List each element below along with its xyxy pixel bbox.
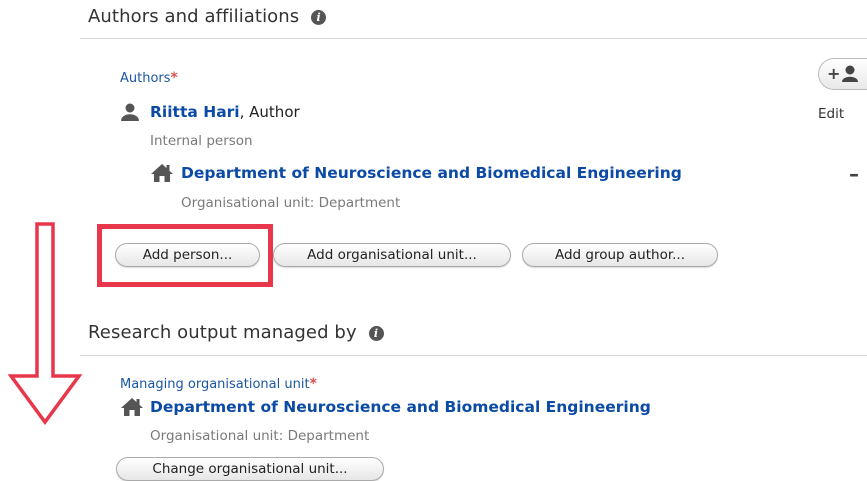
managing-unit-type: Organisational unit: Department (150, 428, 370, 444)
info-icon[interactable]: i (368, 325, 384, 341)
add-group-author-button[interactable]: Add group author... (522, 243, 718, 267)
home-icon (121, 398, 143, 416)
authors-label: Authors* (120, 67, 178, 86)
change-organisational-unit-button[interactable]: Change organisational unit... (116, 457, 384, 481)
add-author-button[interactable]: + (818, 58, 867, 90)
affiliation-type: Organisational unit: Department (181, 195, 401, 211)
managed-section-title-text: Research output managed by (88, 322, 357, 343)
managing-unit-link[interactable]: Department of Neuroscience and Biomedica… (150, 398, 651, 416)
remove-affiliation-button[interactable]: – (849, 162, 859, 186)
managed-section-title: Research output managed by i (88, 322, 384, 343)
managing-unit-label: Managing organisational unit* (120, 373, 317, 392)
affiliation-link[interactable]: Department of Neuroscience and Biomedica… (181, 164, 682, 182)
add-organisational-unit-button[interactable]: Add organisational unit... (273, 243, 511, 267)
authors-section-title-text: Authors and affiliations (88, 6, 300, 27)
highlight-box (97, 224, 273, 287)
add-person-icon: + (827, 64, 858, 83)
section-divider (80, 355, 867, 356)
required-marker: * (170, 70, 178, 86)
authors-section-title: Authors and affiliations i (88, 6, 327, 27)
author-entry: Riitta Hari, Author (150, 102, 300, 121)
author-name-link[interactable]: Riitta Hari (150, 103, 240, 121)
authors-label-text: Authors (120, 71, 171, 86)
managing-unit-label-text: Managing organisational unit (120, 377, 310, 392)
person-icon (121, 103, 139, 121)
edit-author-link[interactable]: Edit (818, 106, 844, 122)
section-divider (80, 38, 867, 39)
home-icon (151, 164, 173, 182)
info-icon[interactable]: i (311, 9, 327, 25)
author-type: Internal person (150, 133, 253, 149)
down-arrow-icon (8, 222, 83, 425)
svg-text:+: + (827, 64, 840, 83)
author-role: , Author (239, 103, 300, 121)
required-marker: * (309, 376, 317, 392)
